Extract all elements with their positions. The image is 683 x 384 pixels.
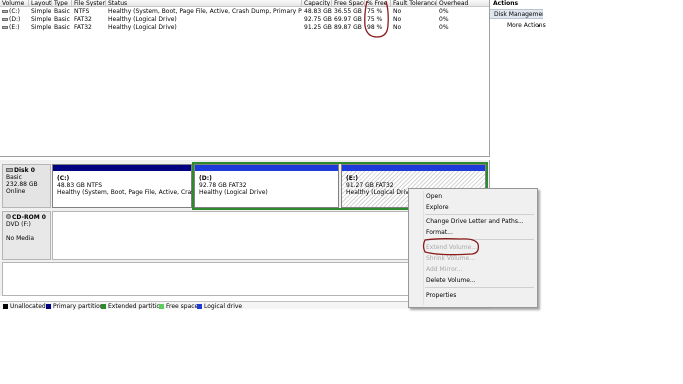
menu-separator: [425, 287, 534, 288]
partition-c[interactable]: (C:) 48.83 GB NTFS Healthy (System, Boot…: [52, 164, 209, 208]
volume-overhead-e: 0%: [439, 24, 449, 31]
volume-free-e: 89.87 GB: [334, 24, 362, 31]
actions-section-disk-management[interactable]: Disk Management: [490, 9, 543, 19]
drive-icon: [2, 18, 8, 21]
column-header-file-system[interactable]: File System: [72, 0, 106, 7]
legend-primary-partition: Primary partition: [46, 303, 104, 310]
menu-item-explore[interactable]: Explore: [426, 203, 449, 212]
volume-layout-d: Simple: [31, 16, 52, 23]
volume-fs-d: FAT32: [74, 16, 92, 23]
volume-status-d: Healthy (Logical Drive): [108, 16, 177, 23]
drive-icon: [2, 10, 8, 13]
column-header-status[interactable]: Status: [106, 0, 302, 7]
volume-status-c: Healthy (System, Boot, Page File, Active…: [108, 8, 302, 15]
volume-status-e: Healthy (Logical Drive): [108, 24, 177, 31]
volume-capacity-d: 92.75 GB: [304, 16, 332, 23]
legend-unallocated: Unallocated: [3, 303, 46, 310]
menu-item-properties[interactable]: Properties: [426, 291, 456, 300]
column-header-free-space[interactable]: Free Space: [332, 0, 365, 7]
menu-item-change-drive-letter[interactable]: Change Drive Letter and Paths...: [426, 217, 524, 226]
legend-free-space: Free space: [159, 303, 198, 310]
free-space-swatch: [159, 304, 164, 309]
menu-item-open[interactable]: Open: [426, 192, 442, 201]
volume-fs-c: NTFS: [74, 8, 90, 15]
hard-disk-icon: [6, 168, 13, 172]
volume-percent-free-e: 98 %: [367, 24, 383, 31]
context-menu: Open Explore Change Drive Letter and Pat…: [408, 188, 538, 308]
column-header-overhead[interactable]: Overhead: [437, 0, 489, 7]
column-header-volume[interactable]: Volume: [0, 0, 29, 7]
volume-percent-free-d: 75 %: [367, 16, 383, 23]
column-header-capacity[interactable]: Capacity: [302, 0, 332, 7]
volume-fault-e: No: [393, 24, 402, 31]
primary-partition-swatch: [46, 304, 51, 309]
volume-list[interactable]: Volume Layout Type File System Status Ca…: [0, 0, 490, 157]
column-header-fault-tolerance[interactable]: Fault Tolerance: [391, 0, 437, 7]
menu-item-extend-volume[interactable]: Extend Volume...: [426, 243, 477, 252]
cd-icon: [6, 214, 11, 219]
volume-type-c: Basic: [54, 8, 70, 15]
volume-name-d[interactable]: (D:): [0, 16, 29, 24]
extended-partition-swatch: [101, 304, 106, 309]
volume-fs-e: FAT32: [74, 24, 92, 31]
menu-item-shrink-volume[interactable]: Shrink Volume...: [426, 254, 475, 263]
actions-title: Actions: [493, 0, 519, 7]
primary-partition-bar: [53, 165, 191, 171]
volume-layout-e: Simple: [31, 24, 52, 31]
chevron-right-icon[interactable]: ▸: [538, 22, 541, 30]
menu-separator: [425, 214, 534, 215]
menu-separator: [425, 239, 534, 240]
legend-extended-partition: Extended partition: [101, 303, 164, 310]
volume-overhead-c: 0%: [439, 8, 449, 15]
volume-type-e: Basic: [54, 24, 70, 31]
column-header-percent-free[interactable]: % Free: [365, 0, 391, 7]
column-header-layout[interactable]: Layout: [29, 0, 52, 7]
logical-drive-swatch: [197, 304, 202, 309]
volume-layout-c: Simple: [31, 8, 52, 15]
cdrom-0-label[interactable]: CD-ROM 0 DVD (F:) No Media: [2, 211, 51, 260]
legend-logical-drive: Logical drive: [197, 303, 242, 310]
volume-percent-free-c: 75 %: [367, 8, 383, 15]
volume-name-c[interactable]: (C:): [0, 8, 29, 16]
volume-type-d: Basic: [54, 16, 70, 23]
volume-fault-c: No: [393, 8, 402, 15]
volume-name-e[interactable]: (E:): [0, 24, 29, 32]
menu-gutter: [423, 191, 424, 305]
volume-capacity-e: 91.25 GB: [304, 24, 332, 31]
volume-fault-d: No: [393, 16, 402, 23]
volume-free-c: 36.55 GB: [334, 8, 362, 15]
drive-icon: [2, 26, 8, 29]
column-header-type[interactable]: Type: [52, 0, 72, 7]
volume-free-d: 69.97 GB: [334, 16, 362, 23]
menu-item-format[interactable]: Format...: [426, 228, 453, 237]
volume-overhead-d: 0%: [439, 16, 449, 23]
menu-item-add-mirror[interactable]: Add Mirror...: [426, 265, 462, 274]
unallocated-swatch: [3, 304, 8, 309]
menu-item-delete-volume[interactable]: Delete Volume...: [426, 276, 476, 285]
disk-0-label[interactable]: Disk 0 Basic 232.88 GB Online: [2, 164, 51, 208]
volume-capacity-c: 48.83 GB: [304, 8, 332, 15]
